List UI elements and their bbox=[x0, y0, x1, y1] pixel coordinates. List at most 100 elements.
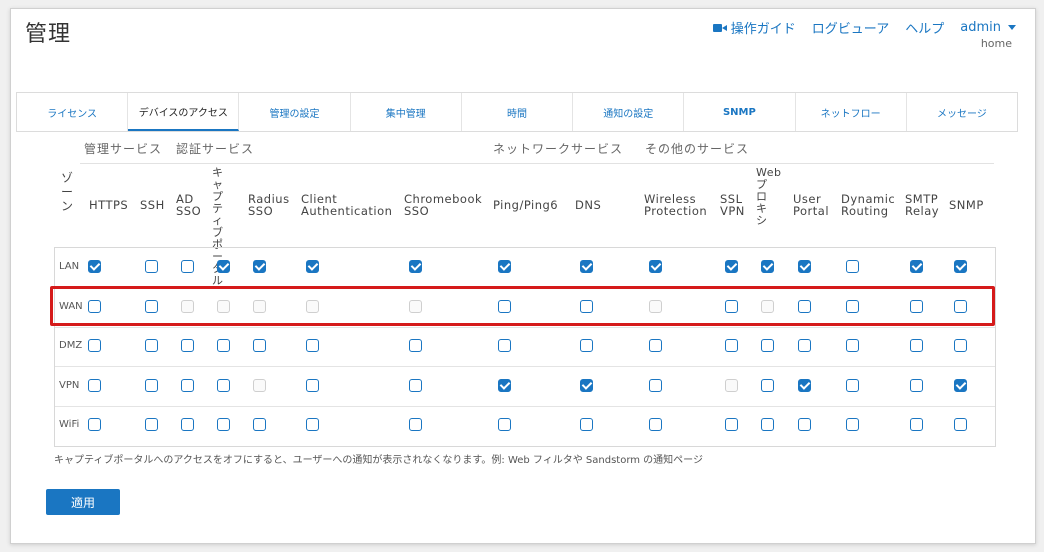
checkbox-vpn-13[interactable] bbox=[846, 378, 859, 392]
zone-header: ゾーン bbox=[60, 171, 73, 213]
checkbox-lan-13[interactable] bbox=[846, 260, 859, 273]
tab-5[interactable]: 通知の設定 bbox=[573, 93, 685, 131]
checkbox-lan-2[interactable] bbox=[181, 260, 194, 273]
column-header-5: Client Authentication bbox=[301, 192, 393, 218]
column-header-6: Chromebook SSO bbox=[404, 192, 483, 218]
checkbox-vpn-0[interactable] bbox=[88, 378, 101, 392]
top-navigation: 操作ガイド ログビューア ヘルプ admin bbox=[712, 18, 1016, 37]
tab-bar: ライセンス デバイスのアクセス 管理の設定 集中管理 時間 通知の設定 SNMP ネットフロー… bbox=[16, 92, 1018, 132]
tab-4[interactable]: 時間 bbox=[462, 93, 574, 131]
tab-1[interactable]: デバイスのアクセス bbox=[128, 93, 240, 131]
checkbox-dmz-15[interactable] bbox=[954, 339, 967, 352]
checkbox-vpn-8[interactable] bbox=[580, 378, 593, 392]
checkbox-lan-0[interactable] bbox=[88, 260, 101, 273]
checkbox-dmz-11[interactable] bbox=[761, 339, 774, 352]
checkbox-wifi-0[interactable] bbox=[88, 418, 101, 431]
checkbox-wifi-4[interactable] bbox=[253, 418, 266, 431]
captive-portal-note: キャプティブポータルへのアクセスをオフにすると、ユーザーへの通知が表示されなくな… bbox=[54, 455, 703, 466]
checkbox-vpn-2[interactable] bbox=[181, 378, 194, 392]
checkbox-dmz-1[interactable] bbox=[145, 339, 158, 352]
column-header-15: SNMP bbox=[949, 198, 984, 212]
checkbox-lan-11[interactable] bbox=[761, 260, 774, 273]
checkbox-vpn-5[interactable] bbox=[306, 378, 319, 392]
tab-7[interactable]: ネットフロー bbox=[796, 93, 907, 131]
checkbox-dmz-0[interactable] bbox=[88, 339, 101, 352]
checkbox-wifi-12[interactable] bbox=[798, 418, 811, 431]
checkbox-dmz-5[interactable] bbox=[306, 339, 319, 352]
user-menu[interactable]: admin bbox=[960, 20, 1016, 35]
group-management: 管理サービス bbox=[84, 142, 163, 156]
checkbox-lan-10[interactable] bbox=[725, 260, 738, 273]
checkbox-dmz-14[interactable] bbox=[910, 339, 923, 352]
checkbox-vpn-4 bbox=[253, 378, 266, 392]
zone-label: VPN bbox=[59, 379, 80, 391]
tab-6[interactable]: SNMP bbox=[684, 93, 796, 131]
checkbox-wifi-9[interactable] bbox=[649, 418, 662, 431]
checkbox-lan-7[interactable] bbox=[498, 260, 511, 273]
checkbox-wifi-13[interactable] bbox=[846, 418, 859, 431]
checkbox-lan-8[interactable] bbox=[580, 260, 593, 273]
help-link[interactable]: ヘルプ bbox=[905, 18, 944, 37]
guide-link[interactable]: 操作ガイド bbox=[712, 18, 796, 37]
tab-8[interactable]: メッセージ bbox=[907, 93, 1017, 131]
tab-0[interactable]: ライセンス bbox=[17, 93, 129, 131]
column-header-11: Webプロキシ bbox=[756, 166, 782, 227]
checkbox-dmz-4[interactable] bbox=[253, 339, 266, 352]
checkbox-lan-5[interactable] bbox=[306, 260, 319, 273]
checkbox-vpn-15[interactable] bbox=[954, 378, 967, 392]
checkbox-wifi-7[interactable] bbox=[498, 418, 511, 431]
checkbox-lan-14[interactable] bbox=[910, 260, 923, 273]
checkbox-lan-15[interactable] bbox=[954, 260, 967, 273]
column-header-13: Dynamic Routing bbox=[841, 192, 896, 218]
checkbox-vpn-3[interactable] bbox=[217, 378, 230, 392]
zone-row-dmz: DMZ bbox=[55, 327, 995, 367]
checkbox-dmz-10[interactable] bbox=[725, 339, 738, 352]
column-header-10: SSL VPN bbox=[720, 192, 745, 218]
column-header-8: DNS bbox=[575, 198, 602, 212]
zone-label: LAN bbox=[59, 261, 80, 272]
checkbox-dmz-3[interactable] bbox=[217, 339, 230, 352]
checkbox-dmz-9[interactable] bbox=[649, 339, 662, 352]
checkbox-vpn-6[interactable] bbox=[409, 378, 422, 392]
checkbox-lan-4[interactable] bbox=[253, 260, 266, 273]
checkbox-wifi-15[interactable] bbox=[954, 418, 967, 431]
column-header-9: Wireless Protection bbox=[644, 192, 708, 218]
zone-row-lan: LAN bbox=[55, 248, 995, 288]
logviewer-link[interactable]: ログビューア bbox=[812, 18, 889, 37]
checkbox-vpn-11[interactable] bbox=[761, 378, 774, 392]
checkbox-wifi-2[interactable] bbox=[181, 418, 194, 431]
checkbox-vpn-9[interactable] bbox=[649, 378, 662, 392]
checkbox-dmz-8[interactable] bbox=[580, 339, 593, 352]
checkbox-lan-12[interactable] bbox=[798, 260, 811, 273]
checkbox-wifi-14[interactable] bbox=[910, 418, 923, 431]
group-other: その他のサービス bbox=[645, 142, 750, 156]
checkbox-lan-6[interactable] bbox=[409, 260, 422, 273]
checkbox-lan-3[interactable] bbox=[217, 260, 230, 273]
checkbox-wifi-1[interactable] bbox=[145, 418, 158, 431]
checkbox-vpn-1[interactable] bbox=[145, 378, 158, 392]
checkbox-wifi-10[interactable] bbox=[725, 418, 738, 431]
checkbox-dmz-2[interactable] bbox=[181, 339, 194, 352]
checkbox-wifi-5[interactable] bbox=[306, 418, 319, 431]
checkbox-wifi-6[interactable] bbox=[409, 418, 422, 431]
zone-row-wifi: WiFi bbox=[55, 406, 995, 445]
checkbox-vpn-12[interactable] bbox=[798, 378, 811, 392]
checkbox-wifi-11[interactable] bbox=[761, 418, 774, 431]
checkbox-lan-9[interactable] bbox=[649, 260, 662, 273]
apply-button[interactable]: 適用 bbox=[46, 489, 120, 515]
tab-3[interactable]: 集中管理 bbox=[351, 93, 462, 131]
group-divider bbox=[80, 163, 994, 164]
checkbox-wifi-8[interactable] bbox=[580, 418, 593, 431]
checkbox-vpn-10 bbox=[725, 378, 738, 392]
checkbox-dmz-6[interactable] bbox=[409, 339, 422, 352]
checkbox-dmz-13[interactable] bbox=[846, 339, 859, 352]
page-title: 管理 bbox=[25, 22, 72, 47]
checkbox-wifi-3[interactable] bbox=[217, 418, 230, 431]
tab-2[interactable]: 管理の設定 bbox=[239, 93, 351, 131]
checkbox-lan-1[interactable] bbox=[145, 260, 158, 273]
checkbox-dmz-7[interactable] bbox=[498, 339, 511, 352]
checkbox-vpn-14[interactable] bbox=[910, 378, 923, 392]
checkbox-dmz-12[interactable] bbox=[798, 339, 811, 352]
checkbox-vpn-7[interactable] bbox=[498, 378, 511, 392]
column-header-12: User Portal bbox=[793, 192, 830, 218]
